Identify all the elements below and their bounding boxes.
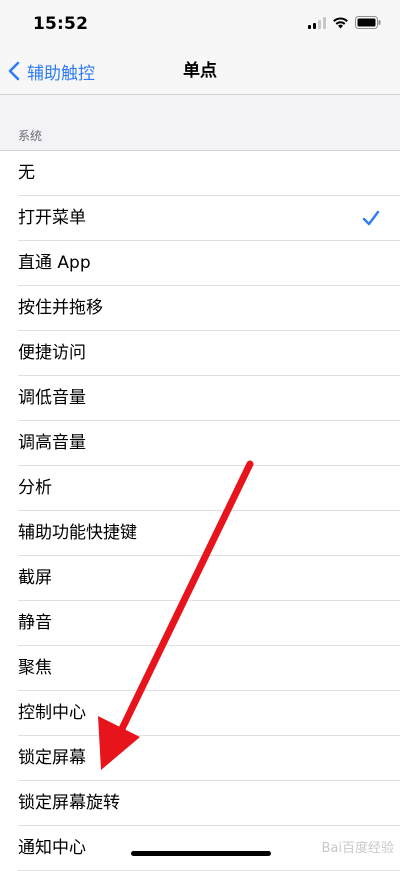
list-item-label: 调高音量 xyxy=(18,433,86,453)
list-item[interactable]: 控制中心 xyxy=(0,691,400,736)
list-item-label: 控制中心 xyxy=(18,703,86,723)
action-list: 无打开菜单直通 App 按住并拖移便捷访问调低音量调高音量分析辅助功能快捷键 截屏静… xyxy=(0,150,400,871)
list-item-label: 锁定屏幕旋转 xyxy=(18,793,120,813)
list-item[interactable]: 静音 xyxy=(0,601,400,646)
list-item-label: 辅助功能快捷键 xyxy=(18,523,137,543)
list-item-label: 按住并拖移 xyxy=(18,298,103,318)
back-button[interactable]: 辅助触控 xyxy=(6,48,95,94)
battery-icon xyxy=(355,16,381,29)
list-item-label: 通知中心 xyxy=(18,838,86,858)
list-item[interactable]: 调高音量 xyxy=(0,421,400,466)
list-item-label: 直通 App xyxy=(18,253,91,273)
status-time: 15:52 xyxy=(33,14,89,34)
navigation-bar: 单点 辅助触控 xyxy=(0,48,400,95)
watermark: Bai百度经验 xyxy=(321,841,395,856)
list-item-label: 聚焦 xyxy=(18,658,52,678)
list-item[interactable]: 截屏 xyxy=(0,556,400,601)
list-item-label: 便捷访问 xyxy=(18,343,86,363)
list-item[interactable]: 无 xyxy=(0,151,400,196)
section-header: 系统 xyxy=(18,129,43,143)
status-bar: 15:52 xyxy=(0,0,400,48)
list-item[interactable]: 锁定屏幕 xyxy=(0,736,400,781)
list-item-label: 截屏 xyxy=(18,568,52,588)
list-item[interactable]: 辅助功能快捷键 xyxy=(0,511,400,556)
wifi-icon xyxy=(333,17,348,29)
list-item[interactable]: 调低音量 xyxy=(0,376,400,421)
list-item[interactable]: 便捷访问 xyxy=(0,331,400,376)
list-item-label: 分析 xyxy=(18,478,52,498)
list-item[interactable]: 打开菜单 xyxy=(0,196,400,241)
list-item-label: 静音 xyxy=(18,613,52,633)
cellular-signal-icon xyxy=(308,17,326,29)
list-item[interactable]: 分析 xyxy=(0,466,400,511)
list-item-label: 调低音量 xyxy=(18,388,86,408)
chevron-left-icon xyxy=(8,61,20,81)
checkmark-icon xyxy=(362,210,380,226)
list-item[interactable]: 直通 App xyxy=(0,241,400,286)
back-button-label: 辅助触控 xyxy=(27,63,95,84)
list-item-label: 无 xyxy=(18,163,35,183)
list-item-label: 锁定屏幕 xyxy=(18,748,86,768)
list-item[interactable]: 聚焦 xyxy=(0,646,400,691)
list-item[interactable]: 锁定屏幕旋转 xyxy=(0,781,400,826)
list-item[interactable]: 按住并拖移 xyxy=(0,286,400,331)
home-indicator[interactable] xyxy=(131,851,271,856)
list-item-label: 打开菜单 xyxy=(18,208,86,228)
